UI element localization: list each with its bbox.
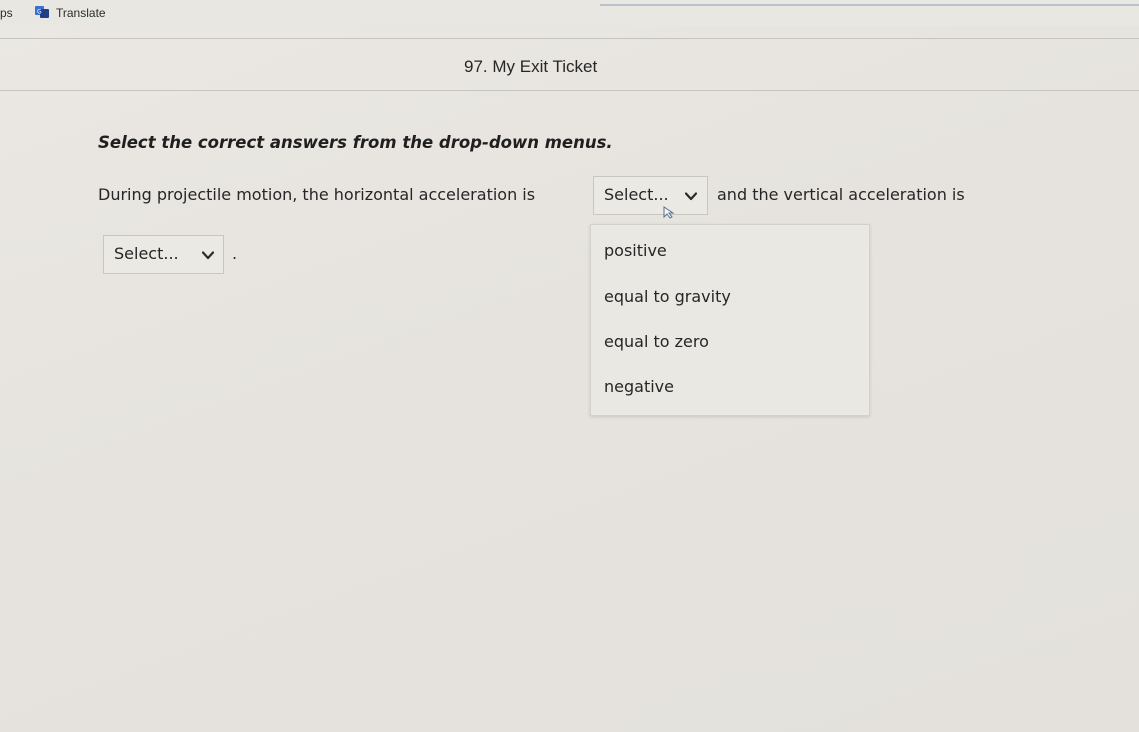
sentence-period: . <box>232 244 238 263</box>
header-bottom-divider <box>0 90 1139 91</box>
dropdown-option-positive[interactable]: positive <box>604 241 667 260</box>
sentence-part-1: During projectile motion, the horizontal… <box>98 185 536 204</box>
translate-link[interactable]: Translate <box>56 6 106 20</box>
sentence-part-2: and the vertical acceleration is <box>717 185 965 204</box>
page-title: 97. My Exit Ticket <box>464 57 598 76</box>
top-accent-line <box>600 4 1139 6</box>
dropdown-option-negative[interactable]: negative <box>604 377 674 396</box>
chevron-down-icon <box>685 192 697 201</box>
top-bar-left-label: ps <box>0 6 13 20</box>
mouse-cursor-icon <box>663 206 675 219</box>
dropdown-option-equal-to-zero[interactable]: equal to zero <box>604 332 709 351</box>
dropdown-selected-value: Select... <box>114 244 179 263</box>
translate-icon[interactable]: G <box>35 6 49 18</box>
question-instructions: Select the correct answers from the drop… <box>98 133 613 152</box>
chevron-down-icon <box>202 251 214 260</box>
dropdown-horizontal-acceleration[interactable]: Select... <box>593 176 708 215</box>
svg-text:G: G <box>37 9 42 16</box>
header-top-divider <box>0 38 1139 39</box>
dropdown-menu: positive equal to gravity equal to zero … <box>590 224 870 416</box>
dropdown-option-equal-to-gravity[interactable]: equal to gravity <box>604 287 731 306</box>
dropdown-vertical-acceleration[interactable]: Select... <box>103 235 224 274</box>
dropdown-selected-value: Select... <box>604 185 669 204</box>
